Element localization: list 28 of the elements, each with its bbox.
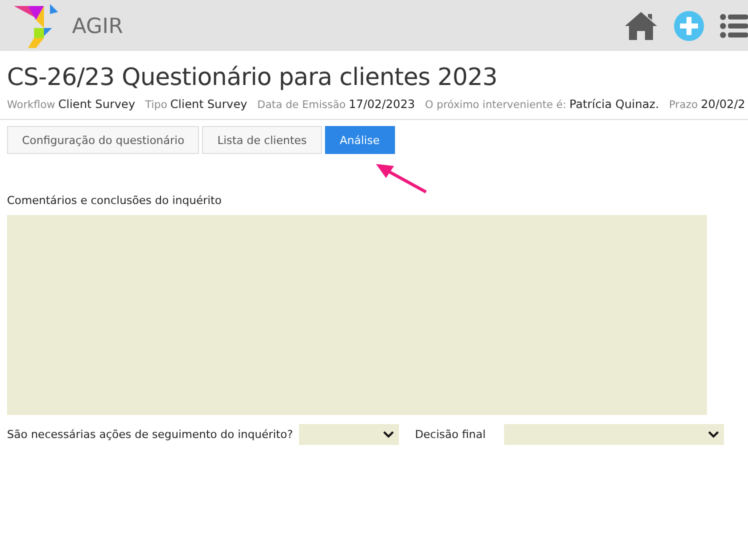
meta-label: Workflow bbox=[7, 99, 56, 111]
meta-value: 17/02/2023 bbox=[348, 97, 415, 111]
add-icon[interactable] bbox=[674, 10, 704, 40]
annotation-arrow bbox=[376, 164, 428, 194]
chevron-down-icon bbox=[708, 431, 719, 438]
tab[interactable]: Configuração do questionário bbox=[7, 126, 200, 154]
field-label: São necessárias ações de seguimento do inquérito? bbox=[7, 428, 293, 441]
comments-label: Comentários e conclusões do inquérito bbox=[7, 194, 223, 207]
field-label: Decisão final bbox=[414, 428, 486, 441]
meta-value: Patrícia Quinaz. bbox=[569, 97, 659, 111]
dropdown-field[interactable] bbox=[504, 424, 724, 445]
meta-label: Tipo bbox=[145, 99, 168, 111]
meta-label: Prazo bbox=[669, 99, 698, 111]
logo-icon bbox=[14, 4, 60, 50]
page-title: CS-26/23 Questionário para clientes 2023 bbox=[7, 63, 498, 91]
comments-field[interactable] bbox=[7, 215, 707, 415]
chevron-down-icon bbox=[382, 431, 394, 438]
meta-value: Client Survey bbox=[170, 97, 248, 111]
home-icon[interactable] bbox=[624, 10, 658, 40]
meta-value: Client Survey bbox=[58, 97, 136, 111]
app-name: AGIR bbox=[72, 14, 124, 38]
tab[interactable]: Análise bbox=[324, 126, 395, 154]
dropdown-field[interactable] bbox=[298, 424, 399, 445]
tab[interactable]: Lista de clientes bbox=[202, 126, 322, 154]
meta-value: 20/02/2 bbox=[700, 97, 746, 111]
meta-label: O próximo interveniente é: bbox=[424, 99, 566, 111]
menu-icon[interactable] bbox=[720, 12, 748, 40]
meta-label: Data de Emissão bbox=[257, 99, 346, 111]
